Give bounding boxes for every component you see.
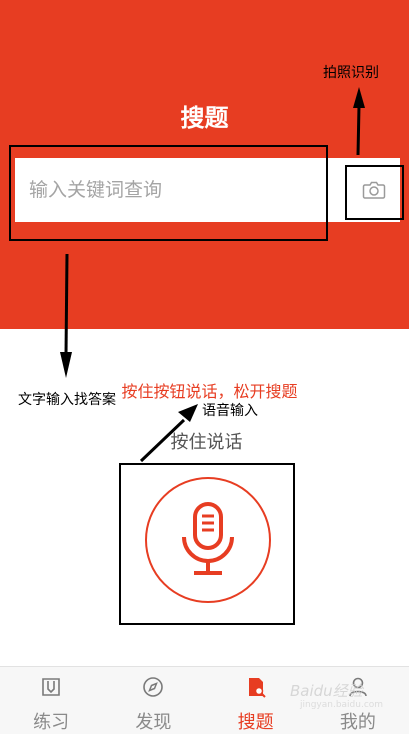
pencil-book-icon xyxy=(39,676,63,698)
annotation-arrows xyxy=(60,87,365,463)
annotation-label-photo: 拍照识别 xyxy=(323,65,379,81)
press-to-talk-label: 按住说话 xyxy=(170,432,243,453)
annotation-label-voice: 语音输入 xyxy=(202,403,258,419)
tab-practice[interactable]: 练习 xyxy=(0,667,102,734)
watermark: Baidu经验 xyxy=(290,682,363,700)
tab-label: 练习 xyxy=(33,712,70,733)
voice-hint: 按住按钮说话，松开搜题 xyxy=(121,382,298,401)
tab-discover[interactable]: 发现 xyxy=(102,667,204,734)
tab-label: 我的 xyxy=(339,712,376,733)
microphone-icon xyxy=(182,502,234,575)
watermark-sub: jingyan.baidu.com xyxy=(300,700,384,710)
tab-label: 搜题 xyxy=(237,712,274,733)
search-doc-icon xyxy=(244,676,268,698)
compass-icon xyxy=(141,676,165,698)
mic-button[interactable] xyxy=(145,477,271,603)
tab-label: 发现 xyxy=(135,712,172,733)
